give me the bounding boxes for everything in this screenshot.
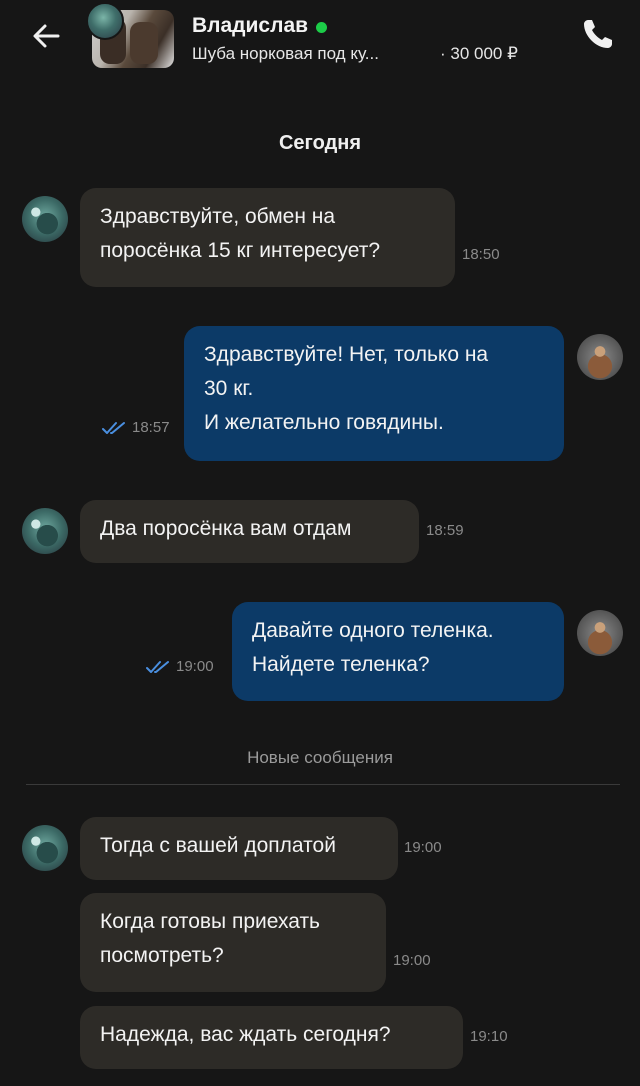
message-bubble-incoming[interactable]: Надежда, вас ждать сегодня?: [80, 1006, 463, 1069]
contact-name: Владислав: [192, 14, 309, 37]
message-status: 19:00: [146, 658, 214, 675]
sender-avatar[interactable]: [22, 825, 68, 871]
my-avatar[interactable]: [577, 610, 623, 656]
date-separator: Сегодня: [278, 132, 362, 154]
message-time: 18:50: [462, 246, 500, 263]
listing-price: · 30 000 ₽: [440, 44, 518, 63]
message-bubble-incoming[interactable]: Два поросёнка вам отдам: [80, 500, 419, 563]
my-avatar[interactable]: [577, 334, 623, 380]
message-time: 18:59: [426, 522, 464, 539]
online-status-dot: [316, 21, 328, 33]
double-check-icon: [102, 421, 125, 434]
message-bubble-outgoing[interactable]: Здравствуйте! Нет, только на 30 кг. И же…: [184, 326, 564, 461]
new-messages-divider: [26, 784, 620, 785]
message-bubble-outgoing[interactable]: Давайте одного теленка. Найдете теленка?: [232, 602, 564, 701]
arrow-left-icon[interactable]: [28, 18, 64, 54]
phone-icon[interactable]: [578, 14, 618, 54]
listing-photo-fur: [130, 22, 158, 64]
message-time: 19:00: [176, 658, 214, 675]
message-time: 19:10: [470, 1028, 508, 1045]
chat-header: Владислав Шуба норковая под ку... · 30 0…: [0, 0, 640, 76]
double-check-icon: [146, 660, 169, 673]
message-time: 19:00: [404, 839, 442, 856]
new-messages-label: Новые сообщения: [247, 748, 393, 767]
message-bubble-incoming[interactable]: Здравствуйте, обмен на поросёнка 15 кг и…: [80, 188, 455, 287]
message-bubble-incoming[interactable]: Тогда с вашей доплатой: [80, 817, 398, 880]
listing-info[interactable]: Шуба норковая под ку... · 30 000 ₽: [192, 44, 518, 64]
listing-title: Шуба норковая под ку...: [192, 44, 379, 63]
message-time: 19:00: [393, 952, 431, 969]
message-time: 18:57: [132, 419, 170, 436]
message-bubble-incoming[interactable]: Когда готовы приехать посмотреть?: [80, 893, 386, 992]
message-status: 18:57: [102, 419, 170, 436]
chat-screen: Владислав Шуба норковая под ку... · 30 0…: [0, 0, 640, 1086]
seller-avatar[interactable]: [86, 2, 124, 40]
sender-avatar[interactable]: [22, 196, 68, 242]
contact-title-row[interactable]: Владислав: [192, 12, 328, 40]
sender-avatar[interactable]: [22, 508, 68, 554]
